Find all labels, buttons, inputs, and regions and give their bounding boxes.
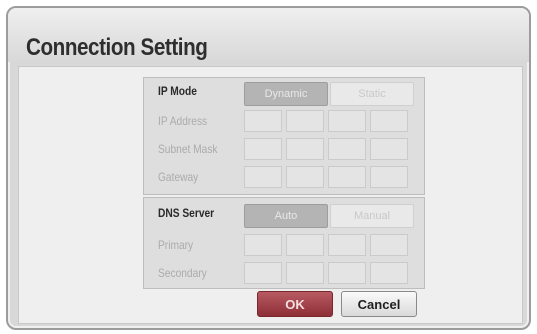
ip-address-label: IP Address (158, 114, 208, 128)
primary-dns-octet-4[interactable] (370, 234, 408, 256)
primary-dns-label: Primary (158, 238, 194, 252)
cancel-button[interactable]: Cancel (341, 291, 417, 317)
dns-manual-button[interactable]: Manual (330, 204, 414, 228)
subnet-mask-octet-2[interactable] (286, 138, 324, 160)
secondary-dns-octet-1[interactable] (244, 262, 282, 284)
subnet-mask-octet-1[interactable] (244, 138, 282, 160)
secondary-dns-label: Secondary (158, 266, 207, 280)
dns-settings-panel: DNS Server Auto Manual Primary Secondary (143, 197, 425, 289)
ok-button[interactable]: OK (257, 291, 333, 317)
ip-address-octet-4[interactable] (370, 110, 408, 132)
primary-dns-octet-2[interactable] (286, 234, 324, 256)
primary-dns-octet-1[interactable] (244, 234, 282, 256)
subnet-mask-octet-4[interactable] (370, 138, 408, 160)
dialog-title: Connection Setting (26, 34, 208, 61)
subnet-mask-label: Subnet Mask (158, 142, 218, 156)
ip-address-octet-2[interactable] (286, 110, 324, 132)
gateway-octet-2[interactable] (286, 166, 324, 188)
dns-auto-button[interactable]: Auto (244, 204, 328, 228)
title-bar: Connection Setting (8, 8, 529, 62)
ip-mode-label: IP Mode (158, 84, 197, 98)
ip-address-octet-1[interactable] (244, 110, 282, 132)
gateway-octet-3[interactable] (328, 166, 366, 188)
secondary-dns-octet-2[interactable] (286, 262, 324, 284)
subnet-mask-octet-3[interactable] (328, 138, 366, 160)
gateway-label: Gateway (158, 170, 199, 184)
primary-dns-octet-3[interactable] (328, 234, 366, 256)
secondary-dns-octet-3[interactable] (328, 262, 366, 284)
ip-settings-panel: IP Mode Dynamic Static IP Address Subnet… (143, 77, 425, 195)
ip-address-octet-3[interactable] (328, 110, 366, 132)
dialog-content: IP Mode Dynamic Static IP Address Subnet… (18, 66, 523, 324)
ip-mode-static-button[interactable]: Static (330, 82, 414, 106)
dns-server-label: DNS Server (158, 206, 215, 220)
ip-mode-dynamic-button[interactable]: Dynamic (244, 82, 328, 106)
connection-setting-dialog: Connection Setting IP Mode Dynamic Stati… (6, 6, 531, 330)
secondary-dns-octet-4[interactable] (370, 262, 408, 284)
gateway-octet-1[interactable] (244, 166, 282, 188)
gateway-octet-4[interactable] (370, 166, 408, 188)
